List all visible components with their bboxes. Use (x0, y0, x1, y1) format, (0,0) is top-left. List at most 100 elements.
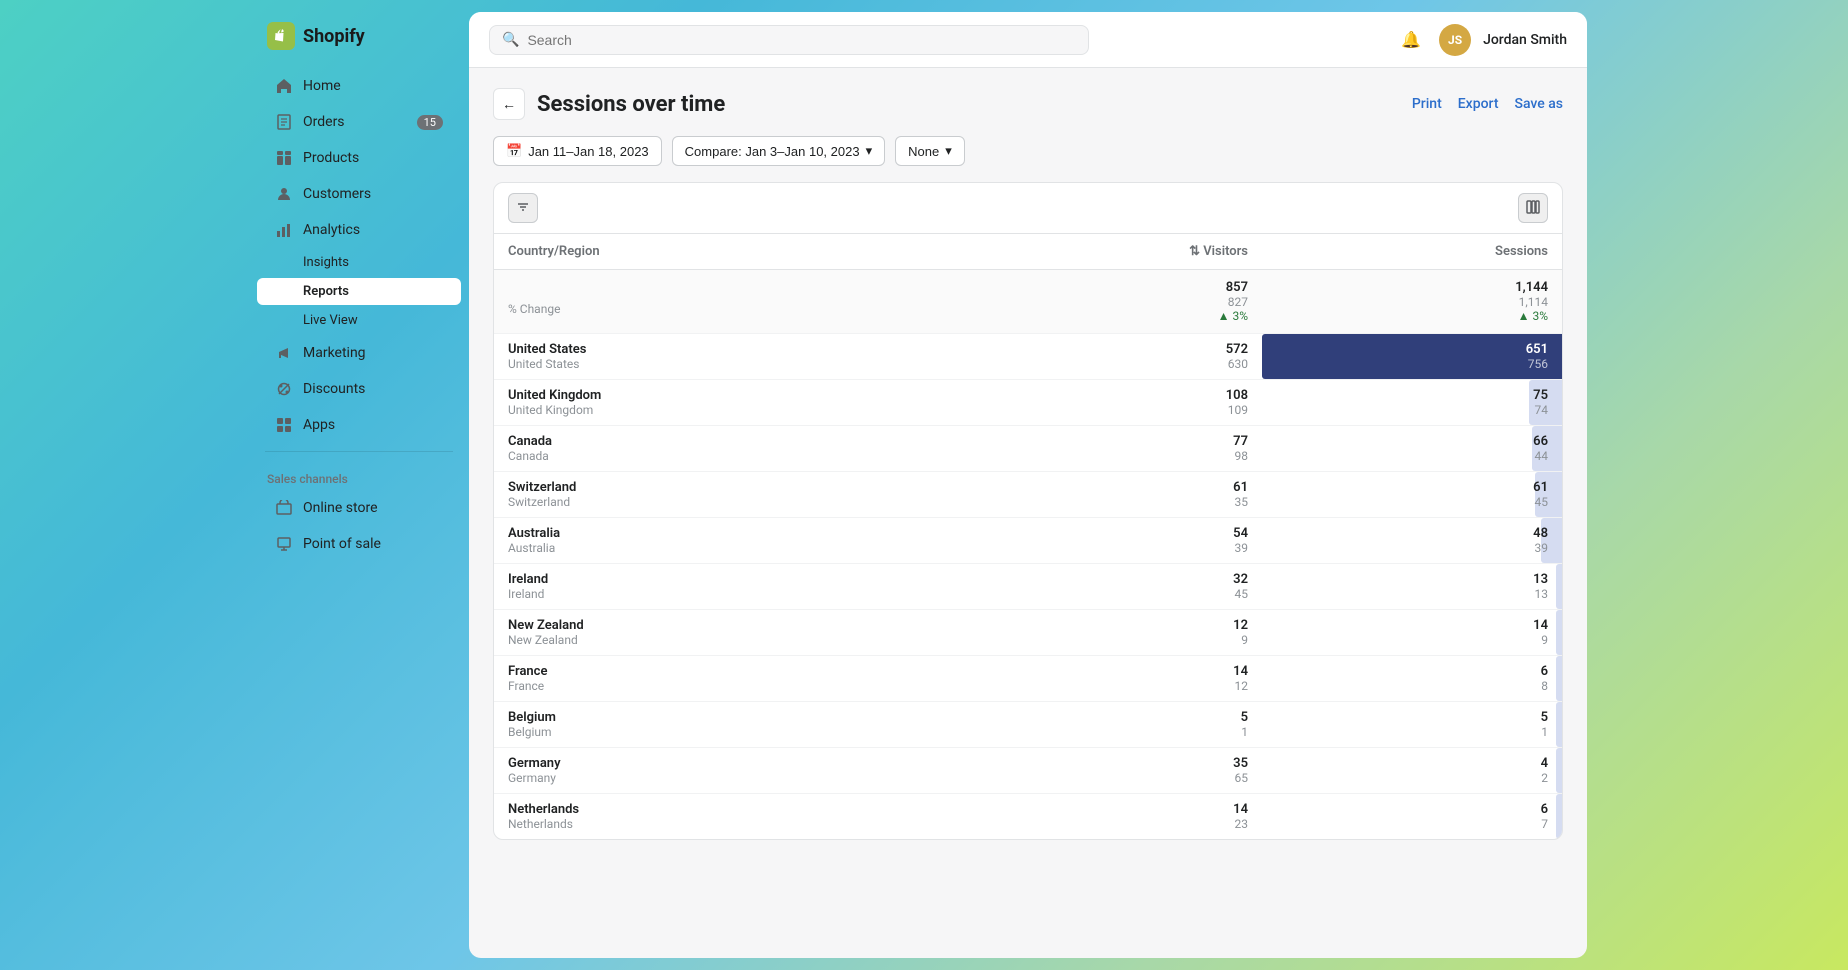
export-button[interactable]: Export (1458, 96, 1499, 112)
compare-label: Compare: Jan 3–Jan 10, 2023 (685, 144, 860, 159)
col-country[interactable]: Country/Region (494, 234, 1142, 270)
sidebar-sub-label: Reports (303, 284, 349, 299)
sidebar-item-point-of-sale[interactable]: Point of sale (257, 527, 461, 561)
session-bar (1556, 564, 1562, 609)
sidebar-item-apps[interactable]: Apps (257, 408, 461, 442)
cell-country: Australia Australia (494, 518, 1142, 564)
table-row: France France 14 12 6 8 (494, 656, 1562, 702)
summary-label: % Change (494, 270, 1142, 334)
cell-country: France France (494, 656, 1142, 702)
session-bar (1556, 702, 1562, 747)
data-table: Country/Region ⇅ Visitors Sessions (494, 234, 1562, 839)
search-bar[interactable]: 🔍 (489, 25, 1089, 55)
marketing-icon (275, 344, 293, 362)
orders-icon (275, 113, 293, 131)
print-button[interactable]: Print (1412, 96, 1442, 112)
save-as-button[interactable]: Save as (1514, 96, 1563, 112)
topbar: 🔍 🔔 JS Jordan Smith (469, 12, 1587, 68)
columns-button[interactable] (1518, 193, 1548, 223)
sidebar-item-home[interactable]: Home (257, 69, 461, 103)
back-button[interactable]: ← (493, 88, 525, 120)
grouping-button[interactable]: None ▾ (895, 136, 965, 166)
cell-country: United States United States (494, 334, 1142, 380)
cell-visitors: 32 45 (1142, 564, 1262, 610)
home-icon (275, 77, 293, 95)
cell-sessions: 61 45 (1262, 472, 1562, 518)
cell-country: New Zealand New Zealand (494, 610, 1142, 656)
cell-visitors: 61 35 (1142, 472, 1262, 518)
sidebar-sub-liveview[interactable]: Live View (257, 307, 461, 334)
cell-visitors: 77 98 (1142, 426, 1262, 472)
topbar-actions: 🔔 JS Jordan Smith (1395, 24, 1567, 56)
user-name: Jordan Smith (1483, 32, 1567, 48)
search-input[interactable] (527, 32, 1076, 48)
table-row: Ireland Ireland 32 45 13 13 (494, 564, 1562, 610)
cell-visitors: 12 9 (1142, 610, 1262, 656)
filter-icon-button[interactable] (508, 193, 538, 223)
cell-visitors: 35 65 (1142, 748, 1262, 794)
table-card: Country/Region ⇅ Visitors Sessions (493, 182, 1563, 840)
table-row: Netherlands Netherlands 14 23 6 7 (494, 794, 1562, 840)
sidebar: Shopify Home Orders 15 (249, 0, 469, 970)
summary-visitors: 857 827 ▲ 3% (1142, 270, 1262, 334)
sidebar-item-label: Apps (303, 417, 335, 433)
sidebar-item-label: Online store (303, 500, 378, 516)
cell-sessions: 13 13 (1262, 564, 1562, 610)
filter-icon (516, 200, 530, 217)
date-range-label: Jan 11–Jan 18, 2023 (528, 144, 648, 159)
cell-sessions: 6 8 (1262, 656, 1562, 702)
cell-country: Canada Canada (494, 426, 1142, 472)
page-header: ← Sessions over time Print Export Save a… (493, 88, 1563, 120)
sidebar-sub-label: Live View (303, 313, 358, 328)
session-bar (1556, 794, 1562, 839)
products-icon (275, 149, 293, 167)
sidebar-item-products[interactable]: Products (257, 141, 461, 175)
cell-sessions: 6 7 (1262, 794, 1562, 840)
search-icon: 🔍 (502, 32, 519, 48)
page-title: Sessions over time (537, 92, 725, 117)
orders-badge: 15 (417, 115, 443, 130)
sidebar-divider (265, 451, 453, 452)
table-row: Australia Australia 54 39 48 39 (494, 518, 1562, 564)
analytics-icon (275, 221, 293, 239)
sidebar-item-marketing[interactable]: Marketing (257, 336, 461, 370)
cell-visitors: 572 630 (1142, 334, 1262, 380)
chevron-down-icon: ▾ (945, 143, 952, 159)
sidebar-item-orders[interactable]: Orders 15 (257, 105, 461, 139)
cell-sessions: 5 1 (1262, 702, 1562, 748)
online-store-icon (275, 499, 293, 517)
sidebar-item-label: Discounts (303, 381, 365, 397)
col-visitors[interactable]: ⇅ Visitors (1142, 234, 1262, 270)
main-content: 🔍 🔔 JS Jordan Smith ← (469, 12, 1587, 958)
columns-icon (1526, 200, 1540, 217)
sidebar-item-label: Customers (303, 186, 371, 202)
date-range-button[interactable]: 📅 Jan 11–Jan 18, 2023 (493, 136, 662, 166)
sidebar-item-online-store[interactable]: Online store (257, 491, 461, 525)
logo[interactable]: Shopify (249, 12, 469, 68)
cell-visitors: 108 109 (1142, 380, 1262, 426)
table-row: United Kingdom United Kingdom 108 109 75… (494, 380, 1562, 426)
sidebar-sub-reports[interactable]: Reports (257, 278, 461, 305)
cell-country: Belgium Belgium (494, 702, 1142, 748)
cell-visitors: 54 39 (1142, 518, 1262, 564)
cell-visitors: 14 23 (1142, 794, 1262, 840)
app-name: Shopify (303, 26, 365, 47)
discounts-icon (275, 380, 293, 398)
sidebar-item-discounts[interactable]: Discounts (257, 372, 461, 406)
table-toolbar (494, 183, 1562, 234)
page-header-left: ← Sessions over time (493, 88, 725, 120)
table-row: Switzerland Switzerland 61 35 61 45 (494, 472, 1562, 518)
table-row: Germany Germany 35 65 4 2 (494, 748, 1562, 794)
compare-button[interactable]: Compare: Jan 3–Jan 10, 2023 ▾ (672, 136, 885, 166)
apps-icon (275, 416, 293, 434)
filters-row: 📅 Jan 11–Jan 18, 2023 Compare: Jan 3–Jan… (493, 136, 1563, 166)
calendar-icon: 📅 (506, 143, 522, 159)
sidebar-item-label: Analytics (303, 222, 360, 238)
notifications-button[interactable]: 🔔 (1395, 24, 1427, 56)
sidebar-item-customers[interactable]: Customers (257, 177, 461, 211)
col-sessions[interactable]: Sessions (1262, 234, 1562, 270)
sidebar-sub-insights[interactable]: Insights (257, 249, 461, 276)
cell-country: Ireland Ireland (494, 564, 1142, 610)
sidebar-item-analytics[interactable]: Analytics (257, 213, 461, 247)
summary-sessions: 1,144 1,114 ▲ 3% (1262, 270, 1562, 334)
